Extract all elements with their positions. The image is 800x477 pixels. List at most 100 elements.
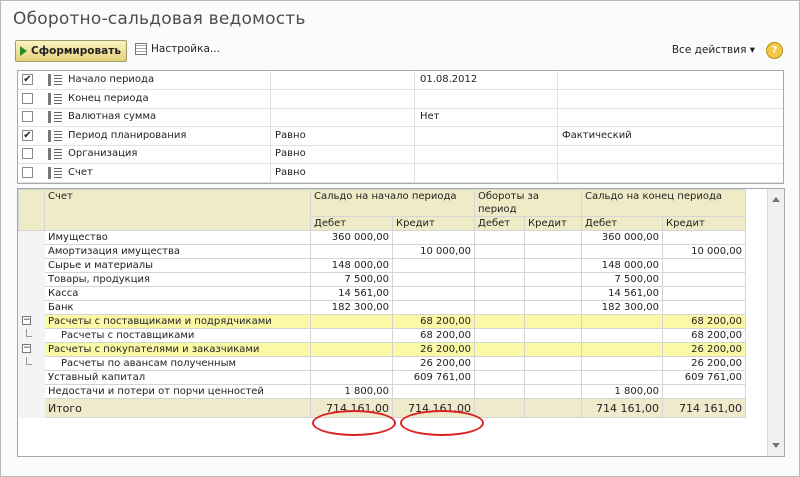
filter-row[interactable]: ✔ Начало периода 01.08.2012	[18, 71, 783, 90]
header-opening-credit: Кредит	[392, 216, 475, 231]
filter-value[interactable]: Нет	[420, 111, 440, 122]
amount-cell	[310, 342, 393, 357]
table-row[interactable]: − Расчеты с поставщиками и подрядчиками 68…	[18, 314, 746, 329]
amount-cell: 14 561,00	[310, 286, 393, 301]
amount-cell: 1 800,00	[310, 384, 393, 399]
amount-cell	[310, 244, 393, 259]
toolbar: Сформировать Настройка... Все действия ▾…	[15, 40, 789, 62]
filter-row[interactable]: Организация Равно	[18, 145, 783, 164]
tree-gutter	[18, 244, 45, 259]
amount-cell	[474, 384, 525, 399]
amount-cell	[392, 258, 475, 273]
table-row[interactable]: Расчеты с поставщиками 68 200,00 68 200,00	[18, 328, 746, 343]
table-row[interactable]: Недостачи и потери от порчи ценностей 1 8…	[18, 384, 746, 399]
amount-cell	[524, 384, 582, 399]
header-turnover: Обороты за период	[474, 189, 582, 217]
table-row[interactable]: Товары, продукция 7 500,00 7 500,00	[18, 272, 746, 287]
filter-checkbox[interactable]	[22, 111, 33, 122]
filter-row[interactable]: Валютная сумма Нет	[18, 108, 783, 127]
amount-cell	[581, 314, 663, 329]
filter-comparison[interactable]: Равно	[275, 130, 306, 141]
table-row[interactable]: Сырье и материалы 148 000,00 148 000,00	[18, 258, 746, 273]
generate-button[interactable]: Сформировать	[15, 40, 127, 62]
annotation-circle-debit	[312, 410, 396, 436]
account-cell: Имущество	[44, 230, 311, 245]
filter-row[interactable]: ✔ Период планирования Равно Фактический	[18, 127, 783, 146]
filter-checkbox[interactable]	[22, 166, 33, 178]
amount-cell	[392, 384, 475, 399]
settings-button[interactable]: Настройка...	[135, 43, 220, 55]
filter-field-icon	[48, 111, 62, 123]
account-cell: Расчеты с поставщиками и подрядчиками	[44, 314, 311, 329]
table-row[interactable]: Касса 14 561,00 14 561,00	[18, 286, 746, 301]
account-cell: Товары, продукция	[44, 272, 311, 287]
amount-cell: 26 200,00	[662, 342, 746, 357]
table-row[interactable]: Имущество 360 000,00 360 000,00	[18, 230, 746, 245]
amount-cell	[392, 272, 475, 287]
filter-row[interactable]: Конец периода	[18, 90, 783, 109]
amount-cell: 182 300,00	[581, 300, 663, 315]
all-actions-menu[interactable]: Все действия ▾	[672, 44, 755, 56]
header-opening-balance: Сальдо на начало периода	[310, 189, 475, 217]
account-cell: Расчеты с поставщиками	[44, 328, 311, 343]
amount-cell	[474, 314, 525, 329]
amount-cell: 182 300,00	[310, 300, 393, 315]
account-cell: Касса	[44, 286, 311, 301]
table-row[interactable]: Амортизация имущества 10 000,00 10 000,00	[18, 244, 746, 259]
amount-cell: 68 200,00	[392, 314, 475, 329]
amount-cell	[581, 342, 663, 357]
table-row[interactable]: Расчеты по авансам полученным 26 200,00 26…	[18, 356, 746, 371]
amount-cell: 68 200,00	[662, 314, 746, 329]
amount-cell	[524, 370, 582, 385]
table-row[interactable]: Банк 182 300,00 182 300,00	[18, 300, 746, 315]
account-cell: Расчеты по авансам полученным	[44, 356, 311, 371]
scroll-up-icon[interactable]	[772, 197, 780, 202]
report-table: Счет Сальдо на начало периода Обороты за…	[18, 189, 746, 418]
account-cell: Сырье и материалы	[44, 258, 311, 273]
total-amount-cell: 714 161,00	[581, 398, 663, 418]
header-closing-balance: Сальдо на конец периода	[581, 189, 746, 217]
amount-cell	[524, 230, 582, 245]
collapse-icon[interactable]: −	[22, 344, 31, 353]
generate-label: Сформировать	[31, 45, 121, 57]
filter-comparison[interactable]: Равно	[275, 148, 306, 159]
amount-cell: 1 800,00	[581, 384, 663, 399]
vertical-scrollbar[interactable]	[767, 189, 784, 456]
filter-value[interactable]: 01.08.2012	[420, 74, 477, 85]
amount-cell	[310, 370, 393, 385]
amount-cell	[392, 300, 475, 315]
amount-cell: 26 200,00	[662, 356, 746, 371]
amount-cell	[524, 300, 582, 315]
filter-value-secondary[interactable]: Фактический	[562, 130, 632, 141]
filter-comparison[interactable]: Равно	[275, 167, 306, 178]
amount-cell: 360 000,00	[581, 230, 663, 245]
tree-gutter	[18, 328, 45, 343]
amount-cell	[581, 244, 663, 259]
amount-cell	[662, 286, 746, 301]
filter-checkbox[interactable]	[22, 92, 33, 104]
collapse-icon[interactable]: −	[22, 316, 31, 325]
amount-cell	[524, 286, 582, 301]
amount-cell	[474, 230, 525, 245]
amount-cell	[474, 272, 525, 287]
filter-checkbox[interactable]	[22, 148, 33, 159]
amount-cell	[474, 342, 525, 357]
filter-row[interactable]: Счет Равно	[18, 164, 783, 183]
amount-cell	[581, 356, 663, 371]
amount-cell	[310, 314, 393, 329]
amount-cell	[524, 272, 582, 287]
amount-cell: 148 000,00	[581, 258, 663, 273]
scroll-down-icon[interactable]	[772, 443, 780, 448]
amount-cell	[524, 342, 582, 357]
table-row[interactable]: − Расчеты с покупателями и заказчиками 26 …	[18, 342, 746, 357]
filter-settings-panel: ✔ Начало периода 01.08.2012 Конец периода Ва…	[17, 70, 784, 184]
amount-cell	[662, 272, 746, 287]
help-icon[interactable]: ?	[766, 42, 783, 59]
filter-checkbox[interactable]: ✔	[22, 74, 33, 85]
table-row[interactable]: Уставный капитал 609 761,00 609 761,00	[18, 370, 746, 385]
header-account: Счет	[44, 189, 311, 231]
amount-cell	[474, 370, 525, 385]
filter-field-icon	[48, 166, 62, 179]
filter-name: Счет	[68, 166, 93, 178]
filter-checkbox[interactable]: ✔	[22, 129, 33, 141]
